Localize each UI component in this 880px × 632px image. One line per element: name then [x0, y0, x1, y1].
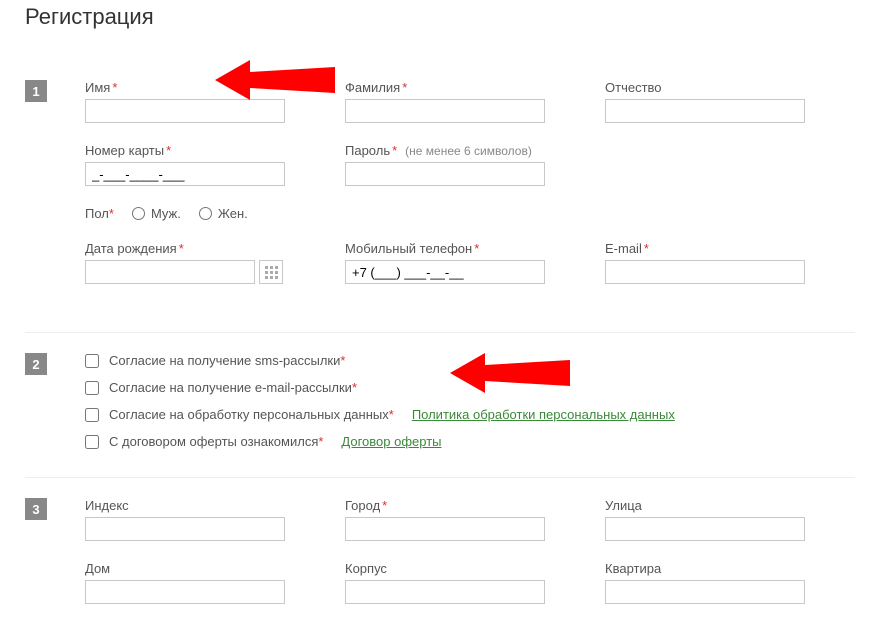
step-badge-2: 2 [25, 353, 47, 375]
offer-contract-link[interactable]: Договор оферты [341, 434, 441, 449]
password-input[interactable] [345, 162, 545, 186]
mobile-label: Мобильный телефон* [345, 241, 545, 256]
personal-data-consent-checkbox[interactable] [85, 408, 99, 422]
personal-data-consent-label: Согласие на обработку персональных данны… [109, 407, 394, 422]
gender-label: Пол* [85, 206, 114, 221]
calendar-icon[interactable] [259, 260, 283, 284]
card-number-input[interactable] [85, 162, 285, 186]
index-input[interactable] [85, 517, 285, 541]
gender-female-option[interactable]: Жен. [199, 206, 248, 221]
middle-name-input[interactable] [605, 99, 805, 123]
birth-date-input[interactable] [85, 260, 255, 284]
first-name-label: Имя* [85, 80, 285, 95]
gender-male-option[interactable]: Муж. [132, 206, 181, 221]
sms-consent-checkbox[interactable] [85, 354, 99, 368]
last-name-input[interactable] [345, 99, 545, 123]
first-name-input[interactable] [85, 99, 285, 123]
building-input[interactable] [345, 580, 545, 604]
page-title: Регистрация [25, 0, 855, 30]
email-input[interactable] [605, 260, 805, 284]
birth-date-label: Дата рождения* [85, 241, 285, 256]
apartment-label: Квартира [605, 561, 805, 576]
building-label: Корпус [345, 561, 545, 576]
email-label: E-mail* [605, 241, 805, 256]
email-consent-checkbox[interactable] [85, 381, 99, 395]
offer-consent-label: С договором оферты ознакомился* [109, 434, 323, 449]
email-consent-label: Согласие на получение e-mail-рассылки* [109, 380, 357, 395]
city-input[interactable] [345, 517, 545, 541]
last-name-label: Фамилия* [345, 80, 545, 95]
city-label: Город* [345, 498, 545, 513]
gender-female-radio[interactable] [199, 207, 212, 220]
section-personal: 1 Имя* Фамилия* Отчество Номер карты* [25, 60, 855, 332]
house-input[interactable] [85, 580, 285, 604]
gender-male-radio[interactable] [132, 207, 145, 220]
mobile-input[interactable] [345, 260, 545, 284]
section-address: 3 Индекс Город* Улица Дом [25, 477, 855, 632]
step-badge-1: 1 [25, 80, 47, 102]
index-label: Индекс [85, 498, 285, 513]
sms-consent-label: Согласие на получение sms-рассылки* [109, 353, 345, 368]
middle-name-label: Отчество [605, 80, 805, 95]
street-input[interactable] [605, 517, 805, 541]
apartment-input[interactable] [605, 580, 805, 604]
card-number-label: Номер карты* [85, 143, 285, 158]
section-consents: 2 Согласие на получение sms-рассылки* Со… [25, 332, 855, 477]
step-badge-3: 3 [25, 498, 47, 520]
house-label: Дом [85, 561, 285, 576]
privacy-policy-link[interactable]: Политика обработки персональных данных [412, 407, 675, 422]
offer-consent-checkbox[interactable] [85, 435, 99, 449]
password-label: Пароль*(не менее 6 символов) [345, 143, 545, 158]
street-label: Улица [605, 498, 805, 513]
